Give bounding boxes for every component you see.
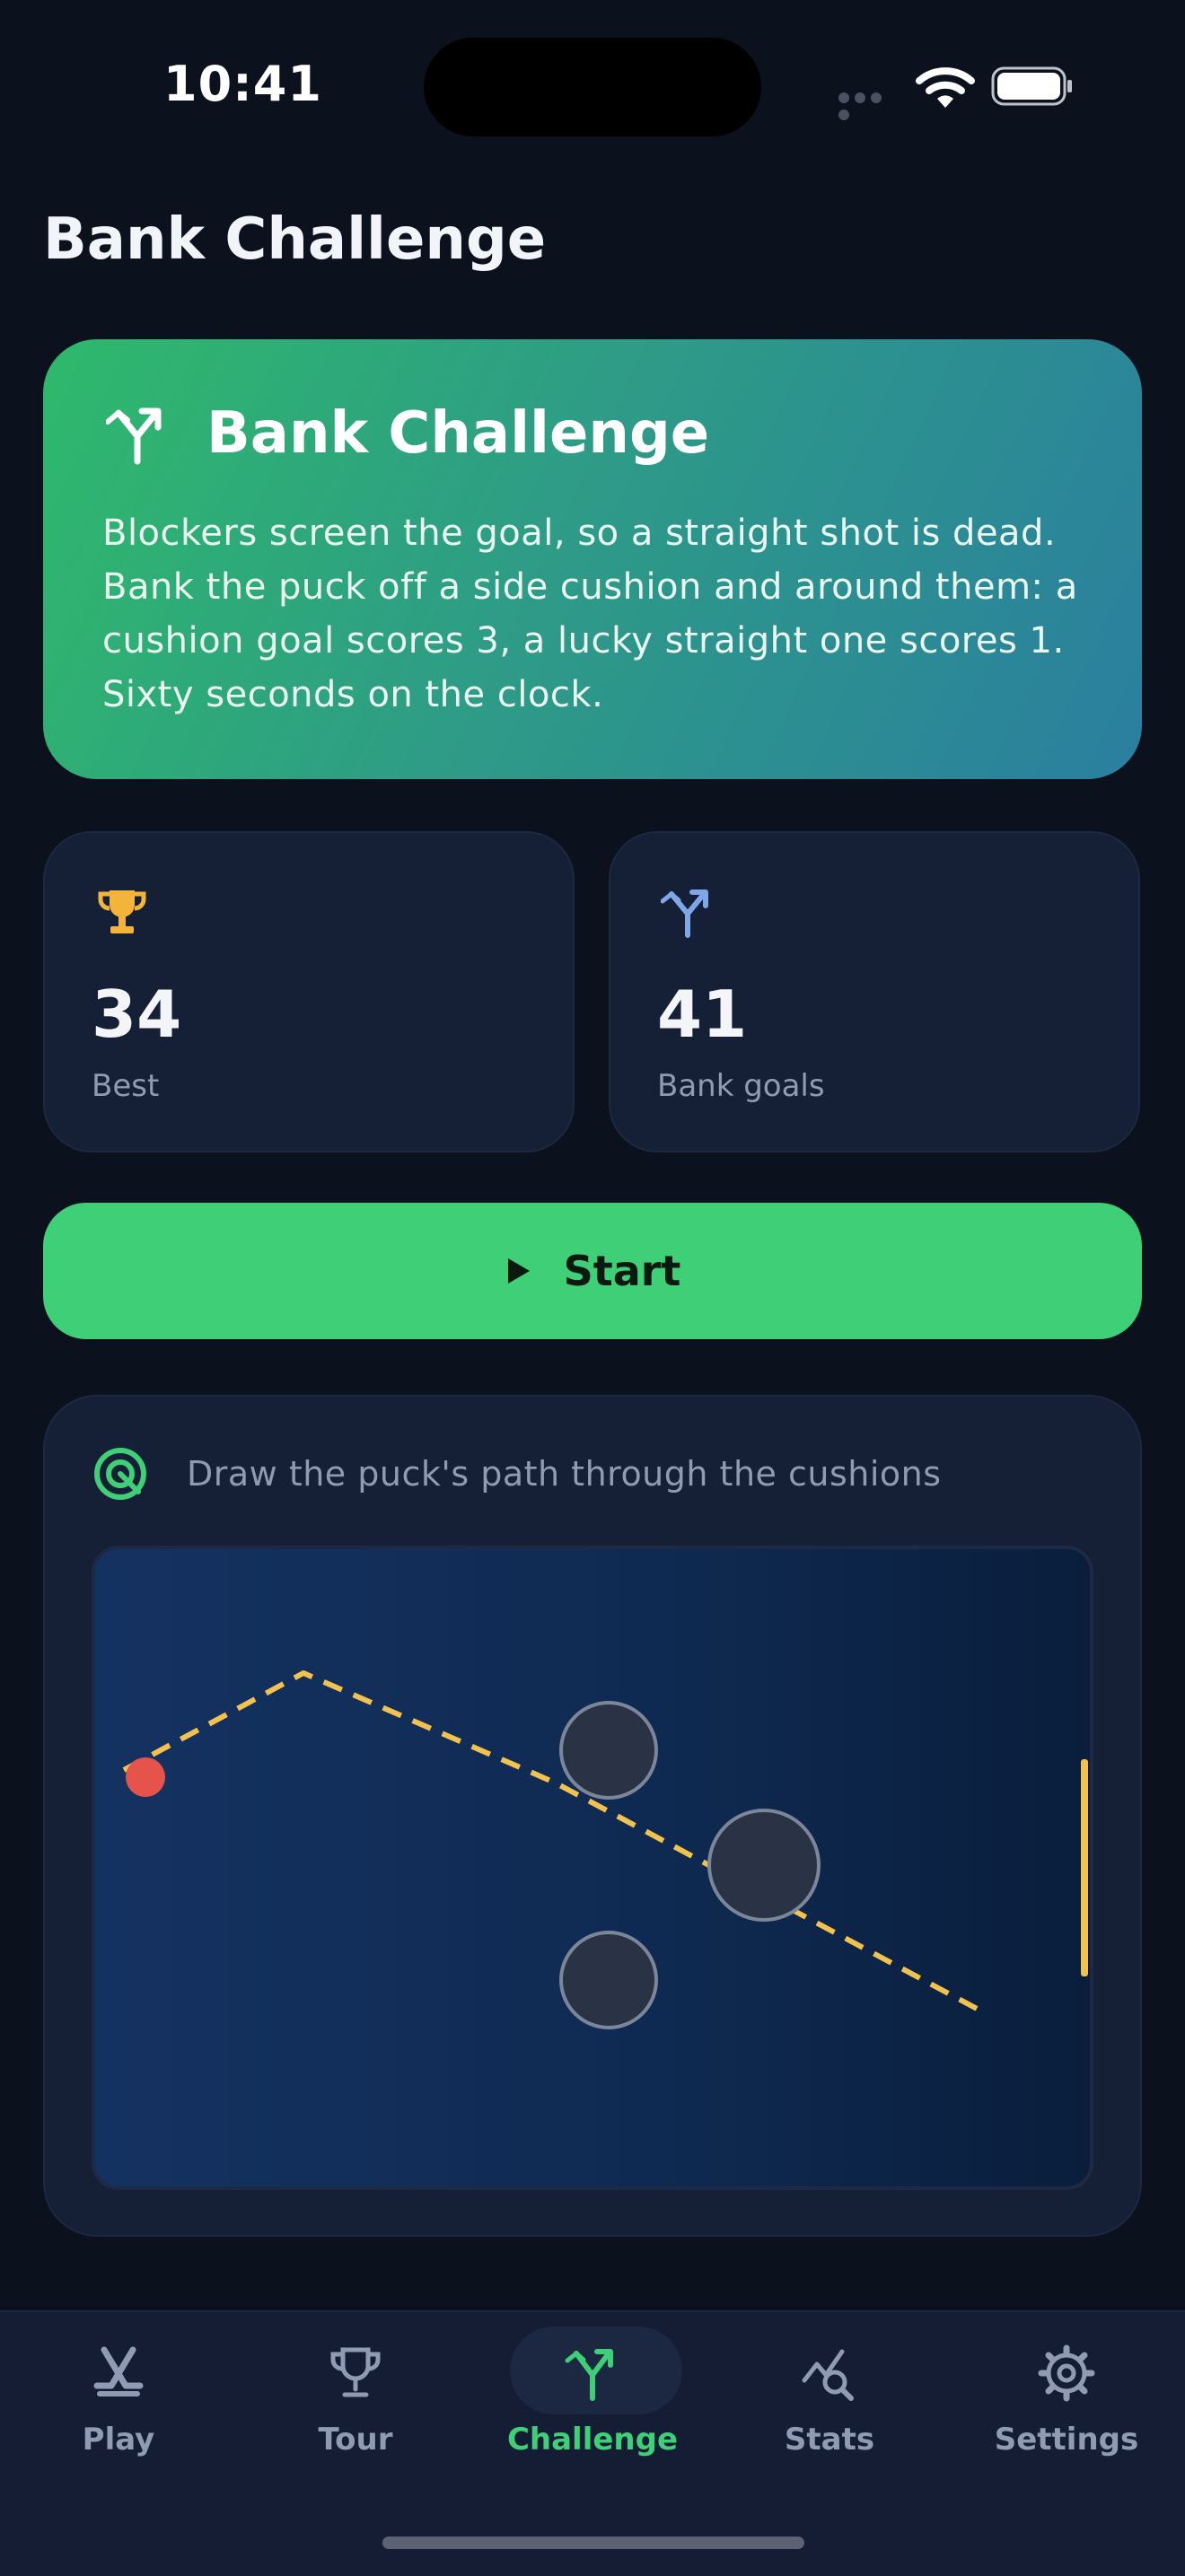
- blocker-top: [559, 1701, 658, 1800]
- bank-goals-card: 41 Bank goals: [609, 831, 1140, 1152]
- wifi-icon: [916, 67, 975, 108]
- path-drawing-card: Draw the puck's path through the cushion…: [43, 1395, 1142, 2237]
- best-score-label: Best: [92, 1068, 160, 1104]
- hero-description: Blockers screen the goal, so a straight …: [102, 513, 1078, 715]
- tab-tour[interactable]: Tour: [237, 2312, 474, 2492]
- blocker-right: [707, 1809, 821, 1922]
- rink-drawing: [122, 1670, 1088, 2029]
- bank-shot-icon: [106, 407, 162, 465]
- target-icon: [94, 1448, 146, 1500]
- tab-play-label: Play: [82, 2422, 155, 2458]
- tab-stats[interactable]: Stats: [711, 2312, 948, 2492]
- hero-title: Bank Challenge: [206, 400, 710, 467]
- puck-path: [122, 1670, 982, 2013]
- bank-goals-value: 41: [657, 977, 748, 1052]
- dynamic-island: [424, 38, 761, 136]
- gear-icon: [1038, 2344, 1095, 2402]
- challenge-hero-card: Bank Challenge Blockers screen the goal,…: [43, 339, 1142, 779]
- tab-play[interactable]: Play: [0, 2312, 237, 2492]
- tab-challenge[interactable]: Challenge: [474, 2312, 711, 2492]
- bank-shot-icon: [565, 2349, 613, 2401]
- home-indicator: [382, 2537, 804, 2549]
- best-score-card: 34 Best: [43, 831, 575, 1152]
- puck[interactable]: [126, 1757, 165, 1797]
- tab-challenge-label: Challenge: [506, 2422, 679, 2458]
- path-hint: Draw the puck's path through the cushion…: [187, 1454, 942, 1494]
- start-button-label: Start: [563, 1247, 681, 1295]
- trophy-icon: [98, 890, 146, 933]
- trophy-icon: [330, 2347, 381, 2397]
- battery-icon: [991, 66, 1072, 106]
- start-button[interactable]: Start: [43, 1203, 1142, 1339]
- goal: [1081, 1759, 1088, 1976]
- cellular-signal-icon: [838, 90, 901, 120]
- tab-settings-label: Settings: [994, 2422, 1139, 2458]
- blocker-bottom: [559, 1931, 658, 2029]
- bank-goals-label: Bank goals: [657, 1068, 825, 1104]
- play-icon: [507, 1258, 530, 1284]
- tab-stats-label: Stats: [784, 2422, 875, 2458]
- chart-search-icon: [802, 2349, 854, 2401]
- hockey-sticks-icon: [93, 2346, 144, 2396]
- bank-shot-icon: [661, 889, 708, 938]
- best-score-value: 34: [92, 977, 182, 1052]
- status-time: 10:41: [163, 56, 322, 112]
- tab-settings[interactable]: Settings: [948, 2312, 1185, 2492]
- rink-canvas[interactable]: [92, 1546, 1093, 2190]
- tab-tour-label: Tour: [318, 2422, 393, 2458]
- page-title: Bank Challenge: [43, 206, 547, 273]
